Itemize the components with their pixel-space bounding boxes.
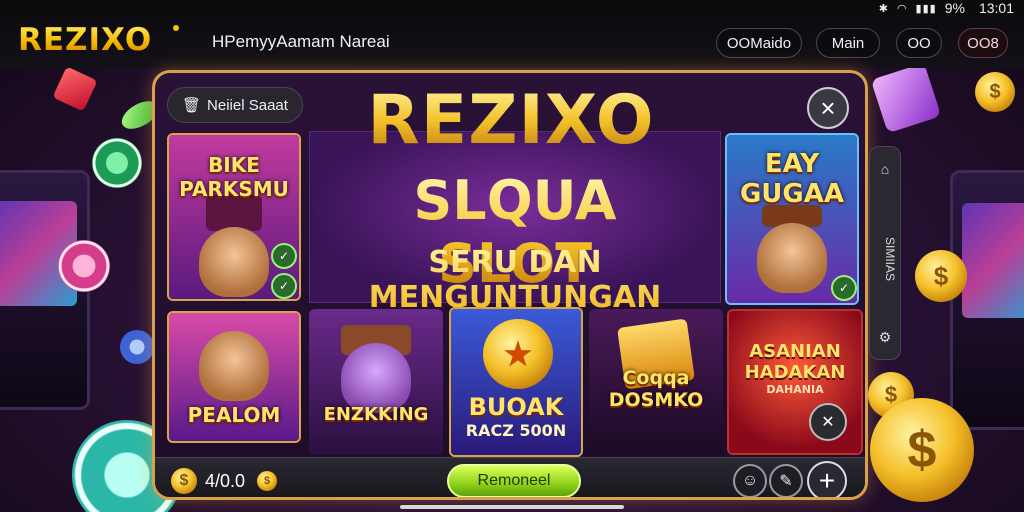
profile-icon[interactable]: ☺ [733, 464, 767, 497]
home-indicator[interactable] [400, 505, 624, 509]
gold-coin-decoration: $ [915, 250, 967, 302]
trash-icon: 🗑 [182, 97, 202, 114]
page-title: HPemyyAamam Nareai [212, 32, 390, 51]
balance-value: 4/0.0 [205, 471, 246, 491]
side-rail: ⌂ SIMIIAS ⚙ [869, 146, 901, 360]
signal-icon: ▮▮▮ [915, 2, 937, 15]
side-rail-label[interactable]: SIMIIAS [873, 219, 897, 299]
game-title: BIKE PARKSMU [179, 153, 289, 201]
purple-gem-decoration [870, 62, 942, 134]
gold-coin-decoration: $ [870, 398, 974, 502]
pill-button-main[interactable]: Main [816, 28, 880, 58]
green-chip-decoration [92, 138, 142, 188]
bottom-bar: $ 4/0.0 $ Remoneel ☺ ✎ + [155, 457, 865, 497]
pill-button-1[interactable]: OOMaido [716, 28, 802, 58]
coin-icon: $ [171, 468, 197, 494]
bluetooth-icon: ✱ [878, 2, 889, 15]
game-card[interactable]: EAY GUGAA ✓ [725, 133, 859, 305]
check-badge-icon: ✓ [271, 273, 297, 299]
game-title: BUOAK [468, 393, 564, 421]
game-card[interactable]: BIKE PARKSMU ✓ ✓ [167, 133, 301, 301]
gold-coin-decoration: $ [975, 72, 1015, 112]
game-card[interactable]: ENZKKING [309, 309, 443, 455]
settings-icon[interactable]: ⚙ [870, 329, 900, 346]
game-card[interactable]: ★ BUOAK RACZ 500N [449, 307, 583, 457]
promotion-button[interactable]: Remoneel [447, 464, 581, 497]
game-subtitle: RACZ 500N [465, 421, 567, 440]
hero-logo: REZIXO [341, 81, 681, 160]
game-card[interactable]: ASANIAN HADAKAN DAHANIA ✕ [727, 309, 863, 455]
status-bar: ✱ ◠ ▮▮▮ 9% 13:01 [879, 0, 1014, 16]
game-card[interactable]: Coqqa DOSMKO [589, 309, 723, 455]
category-tab[interactable]: 🗑 Neiiel Saaat [167, 87, 303, 123]
top-bar: ✱ ◠ ▮▮▮ 9% 13:01 REZIXO HPemyyAamam Nare… [0, 0, 1024, 68]
game-subtitle: DAHANIA [766, 383, 824, 396]
game-card[interactable]: PEALOM [167, 311, 301, 443]
game-title: ASANIAN HADAKAN [744, 341, 846, 383]
pill-button-4[interactable]: OO8 [958, 28, 1008, 58]
home-icon[interactable]: ⌂ [870, 161, 900, 177]
edit-icon[interactable]: ✎ [769, 464, 803, 497]
red-gem-decoration [52, 66, 98, 112]
hero-subheadline: SERU DAN MENGUNTUNGAN [315, 245, 715, 315]
brand-logo[interactable]: REZIXO [18, 22, 152, 58]
brand-registered-mark [173, 25, 179, 31]
close-icon: × [820, 93, 836, 123]
coin-icon: $ [257, 471, 277, 491]
check-badge-icon: ✓ [831, 275, 857, 301]
game-title: EAY GUGAA [739, 149, 845, 209]
wifi-icon: ◠ [896, 2, 908, 15]
category-tab-label: Neiiel Saaat [207, 96, 288, 114]
check-badge-icon: ✓ [271, 243, 297, 269]
game-title: PEALOM [187, 403, 281, 427]
game-title: ENZKKING [323, 404, 429, 425]
add-button[interactable]: + [807, 461, 847, 497]
close-button[interactable]: × [807, 87, 849, 129]
slot-machine-right [950, 170, 1024, 430]
tools-icon[interactable]: ✕ [809, 403, 847, 441]
clock: 13:01 [978, 0, 1014, 16]
game-lobby-panel: 🗑 Neiiel Saaat REZIXO SLQUA SLOT SERU DA… [152, 70, 868, 500]
pill-button-3[interactable]: OO [896, 28, 942, 58]
blue-chip-decoration [120, 330, 154, 364]
battery-level: 9% [944, 0, 965, 16]
pink-chip-decoration [58, 240, 110, 292]
game-title: Coqqa DOSMKO [608, 367, 704, 411]
